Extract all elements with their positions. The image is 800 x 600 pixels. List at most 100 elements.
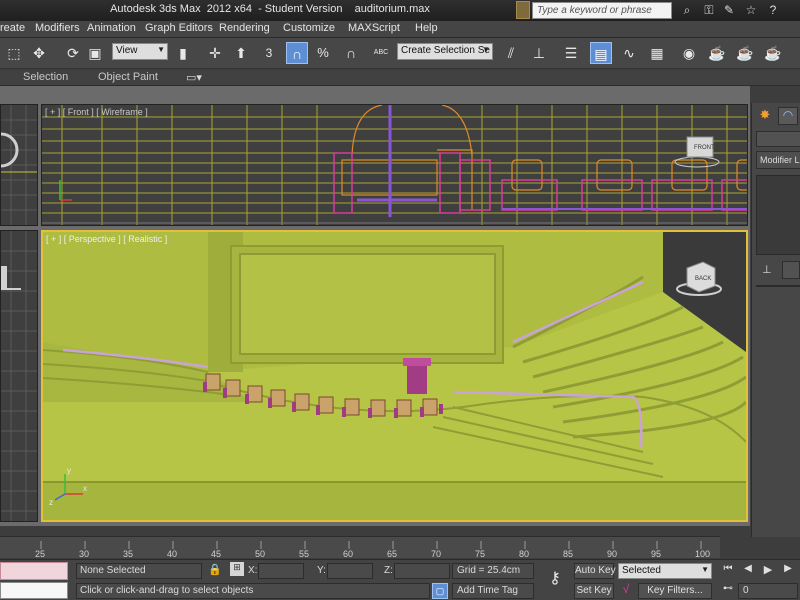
play-icon[interactable]: ▶ bbox=[760, 563, 776, 579]
set-key-button[interactable]: Set Key bbox=[574, 583, 614, 599]
previous-frame-icon[interactable]: ◀ bbox=[740, 563, 756, 579]
viewcube-back-label[interactable]: BACK bbox=[695, 276, 711, 282]
subscription-icon[interactable]: ⚿ bbox=[702, 3, 716, 17]
select-rotate-icon[interactable]: ⟳ bbox=[62, 42, 84, 64]
selection-info: None Selected bbox=[80, 565, 146, 576]
track-bar[interactable]: 25 30 35 40 45 50 55 60 65 70 75 80 85 9… bbox=[0, 536, 720, 559]
perspective-viewport-label[interactable]: [ + ] [ Perspective ] [ Realistic ] bbox=[46, 234, 167, 244]
menu-customize[interactable]: Customize bbox=[283, 22, 335, 34]
y-coordinate-field[interactable] bbox=[327, 563, 373, 579]
material-editor-icon[interactable]: ◉ bbox=[678, 42, 700, 64]
top-viewport-grid bbox=[1, 105, 37, 225]
graphite-toggle-icon[interactable]: ▤ bbox=[590, 42, 612, 64]
render-setup-icon[interactable]: ☕ bbox=[706, 42, 728, 64]
chevron-down-icon: ▼ bbox=[701, 565, 709, 574]
tick-label: 30 bbox=[79, 549, 90, 559]
modifier-list-dropdown[interactable]: Modifier Lis bbox=[756, 151, 800, 169]
mirror-icon[interactable]: ⫽ bbox=[500, 42, 522, 64]
schematic-view-icon[interactable]: ▦ bbox=[646, 42, 668, 64]
create-tab-icon[interactable]: ✸ bbox=[756, 107, 774, 125]
modify-tab-icon[interactable]: ◠ bbox=[778, 107, 798, 125]
chevron-down-icon: ▼ bbox=[157, 45, 165, 54]
ribbon-tab-object-paint[interactable]: Object Paint bbox=[98, 71, 158, 83]
selection-lock-icon[interactable]: 🔒 bbox=[208, 563, 222, 576]
default-tangent-icon[interactable]: √ bbox=[618, 582, 634, 599]
absolute-mode-icon[interactable]: ⊞ bbox=[230, 562, 244, 576]
grid-field: Grid = 25.4cm bbox=[452, 563, 534, 579]
perspective-viewport[interactable]: [ + ] [ Perspective ] [ Realistic ] BACK… bbox=[41, 230, 748, 522]
snaps-toggle-icon[interactable]: 3 bbox=[258, 42, 280, 64]
ribbon-options-icon[interactable]: ▭▾ bbox=[186, 71, 202, 84]
communication-center-icon[interactable]: ✎ bbox=[722, 3, 736, 17]
edit-named-selection-icon[interactable]: ABC bbox=[370, 42, 392, 64]
tick-label: 65 bbox=[387, 549, 398, 559]
auto-key-button[interactable]: Auto Key bbox=[574, 563, 616, 579]
key-filters-button[interactable]: Key Filters... bbox=[638, 583, 712, 599]
curve-editor-icon[interactable]: ∿ bbox=[618, 42, 640, 64]
front-viewport[interactable]: [ + ] [ Front ] [ Wireframe ] FRONT bbox=[41, 104, 748, 226]
help-icon[interactable]: ? bbox=[766, 3, 780, 17]
align-icon[interactable]: ⊥ bbox=[528, 42, 550, 64]
select-scale-icon[interactable]: ▣ bbox=[84, 42, 106, 64]
x-coordinate-field[interactable] bbox=[258, 563, 304, 579]
menu-animation[interactable]: Animation bbox=[87, 22, 136, 34]
angle-snap-icon[interactable]: ∩ bbox=[286, 42, 308, 64]
current-frame-field[interactable]: 0 bbox=[738, 583, 798, 599]
layer-manager-icon[interactable]: ☰ bbox=[560, 42, 582, 64]
key-mode-value: Selected bbox=[622, 565, 661, 576]
gizmo-y-label: y bbox=[67, 466, 71, 475]
key-mode-toggle-icon[interactable]: ⊷ bbox=[720, 583, 736, 599]
menu-rendering[interactable]: Rendering bbox=[219, 22, 270, 34]
tick-label: 40 bbox=[167, 549, 178, 559]
infocenter-icon[interactable] bbox=[516, 1, 530, 19]
percent-label: % bbox=[317, 45, 329, 60]
rendered-frame-icon[interactable]: ☕ bbox=[734, 42, 756, 64]
menu-maxscript[interactable]: MAXScript bbox=[348, 22, 400, 34]
favorites-star-icon[interactable]: ☆ bbox=[744, 3, 758, 17]
tick-label: 100 bbox=[695, 549, 711, 559]
z-coordinate-field[interactable] bbox=[394, 563, 450, 579]
add-time-tag-field[interactable]: Add Time Tag bbox=[452, 583, 534, 599]
chevron-down-icon: ▼ bbox=[482, 45, 490, 54]
menu-create[interactable]: reate bbox=[0, 22, 25, 34]
front-viewport-label[interactable]: [ + ] [ Front ] [ Wireframe ] bbox=[45, 107, 148, 117]
named-selection-value: Create Selection Se bbox=[401, 45, 490, 56]
select-object-icon[interactable]: ⬚ bbox=[3, 42, 25, 64]
selection-info-field: None Selected bbox=[76, 563, 202, 579]
spinner-snap-icon[interactable]: ∩ bbox=[340, 42, 362, 64]
main-toolbar: ⬚ ✥ ⟳ ▣ View ▼ ▮ ✛ ⬆ 3 ∩ % ∩ ABC Create S… bbox=[0, 38, 800, 69]
key-mode-dropdown[interactable]: Selected ▼ bbox=[618, 563, 712, 579]
show-end-result-icon[interactable] bbox=[782, 261, 800, 279]
title-bar: Autodesk 3ds Max 2012 x64 - Student Vers… bbox=[0, 0, 800, 21]
select-move-icon[interactable]: ✥ bbox=[28, 42, 50, 64]
keyboard-shortcut-icon[interactable]: ⬆ bbox=[230, 42, 252, 64]
render-production-icon[interactable]: ☕ bbox=[762, 42, 784, 64]
left-viewport[interactable] bbox=[0, 230, 38, 522]
maxscript-input[interactable] bbox=[0, 582, 68, 599]
search-input[interactable]: Type a keyword or phrase bbox=[532, 2, 672, 19]
binoculars-icon[interactable]: ⌕ bbox=[680, 3, 694, 17]
pivot-center-icon[interactable]: ▮ bbox=[172, 42, 194, 64]
select-manipulate-icon[interactable]: ✛ bbox=[204, 42, 226, 64]
viewcube-front-label[interactable]: FRONT bbox=[694, 145, 715, 151]
set-key-icon[interactable]: ⚷ bbox=[540, 568, 570, 592]
menu-help[interactable]: Help bbox=[415, 22, 438, 34]
maxscript-listener[interactable] bbox=[0, 562, 68, 580]
object-name-field[interactable] bbox=[756, 131, 800, 147]
tick-label: 25 bbox=[35, 549, 46, 559]
grid-size: Grid = 25.4cm bbox=[457, 565, 521, 576]
ribbon-tab-selection[interactable]: Selection bbox=[23, 71, 68, 83]
next-frame-icon[interactable]: ▶ bbox=[780, 563, 796, 579]
add-time-tag-icon[interactable]: ▢ bbox=[432, 583, 448, 599]
named-selection-dropdown[interactable]: Create Selection Se ▼ bbox=[397, 43, 493, 60]
modifier-stack[interactable] bbox=[756, 175, 800, 255]
reference-coordinate-dropdown[interactable]: View ▼ bbox=[112, 43, 168, 60]
menu-modifiers[interactable]: Modifiers bbox=[35, 22, 80, 34]
menu-graph-editors[interactable]: Graph Editors bbox=[145, 22, 213, 34]
go-to-start-icon[interactable]: ⏮ bbox=[720, 563, 736, 579]
pin-stack-icon[interactable]: ⊥ bbox=[762, 263, 772, 276]
tick-label: 90 bbox=[607, 549, 618, 559]
top-viewport[interactable] bbox=[0, 104, 38, 226]
gizmo-z-label: z bbox=[49, 498, 53, 507]
percent-snap-icon[interactable]: % bbox=[312, 42, 334, 64]
